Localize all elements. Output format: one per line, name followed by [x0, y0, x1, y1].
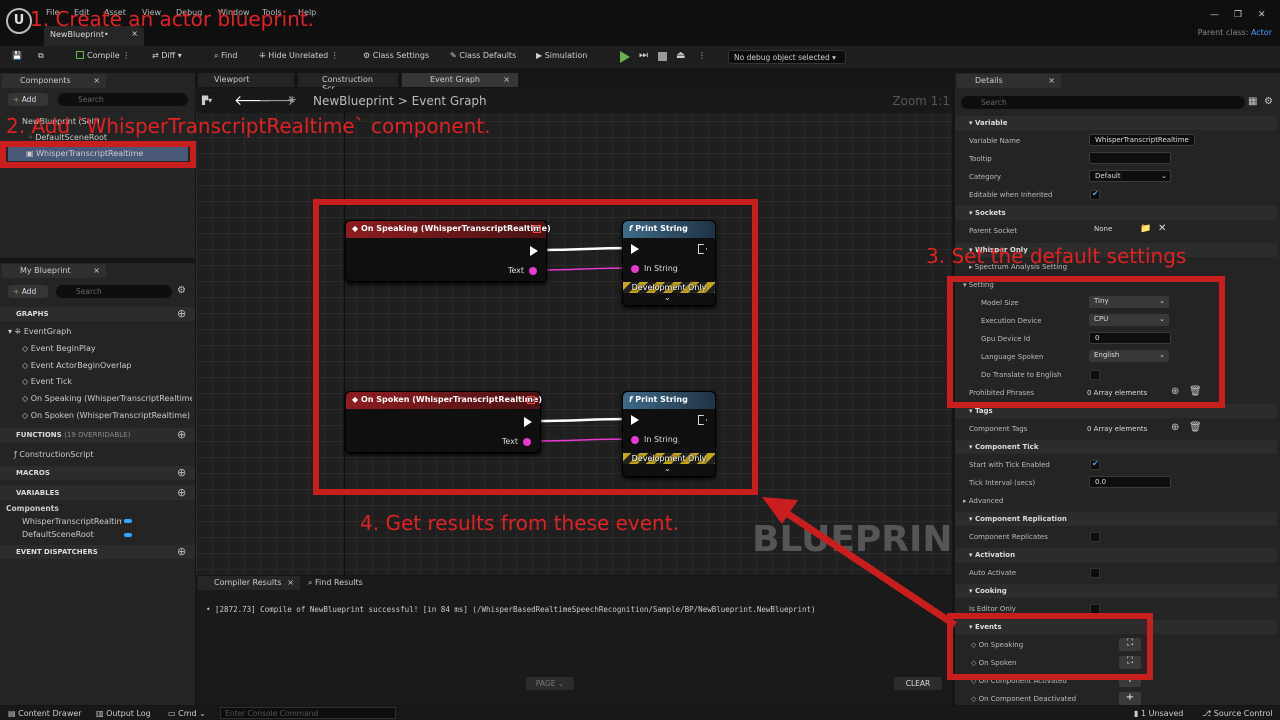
- annotation-step-4: 4. Get results from these event.: [360, 511, 679, 535]
- annotation-step-3: 3. Set the default settings: [926, 244, 1187, 268]
- annotation-step-1: 1. Create an actor blueprint.: [30, 7, 315, 31]
- annotation-arrow: [762, 497, 957, 628]
- annotation-step-2: 2. Add `WhisperTranscriptRealtime` compo…: [6, 114, 491, 138]
